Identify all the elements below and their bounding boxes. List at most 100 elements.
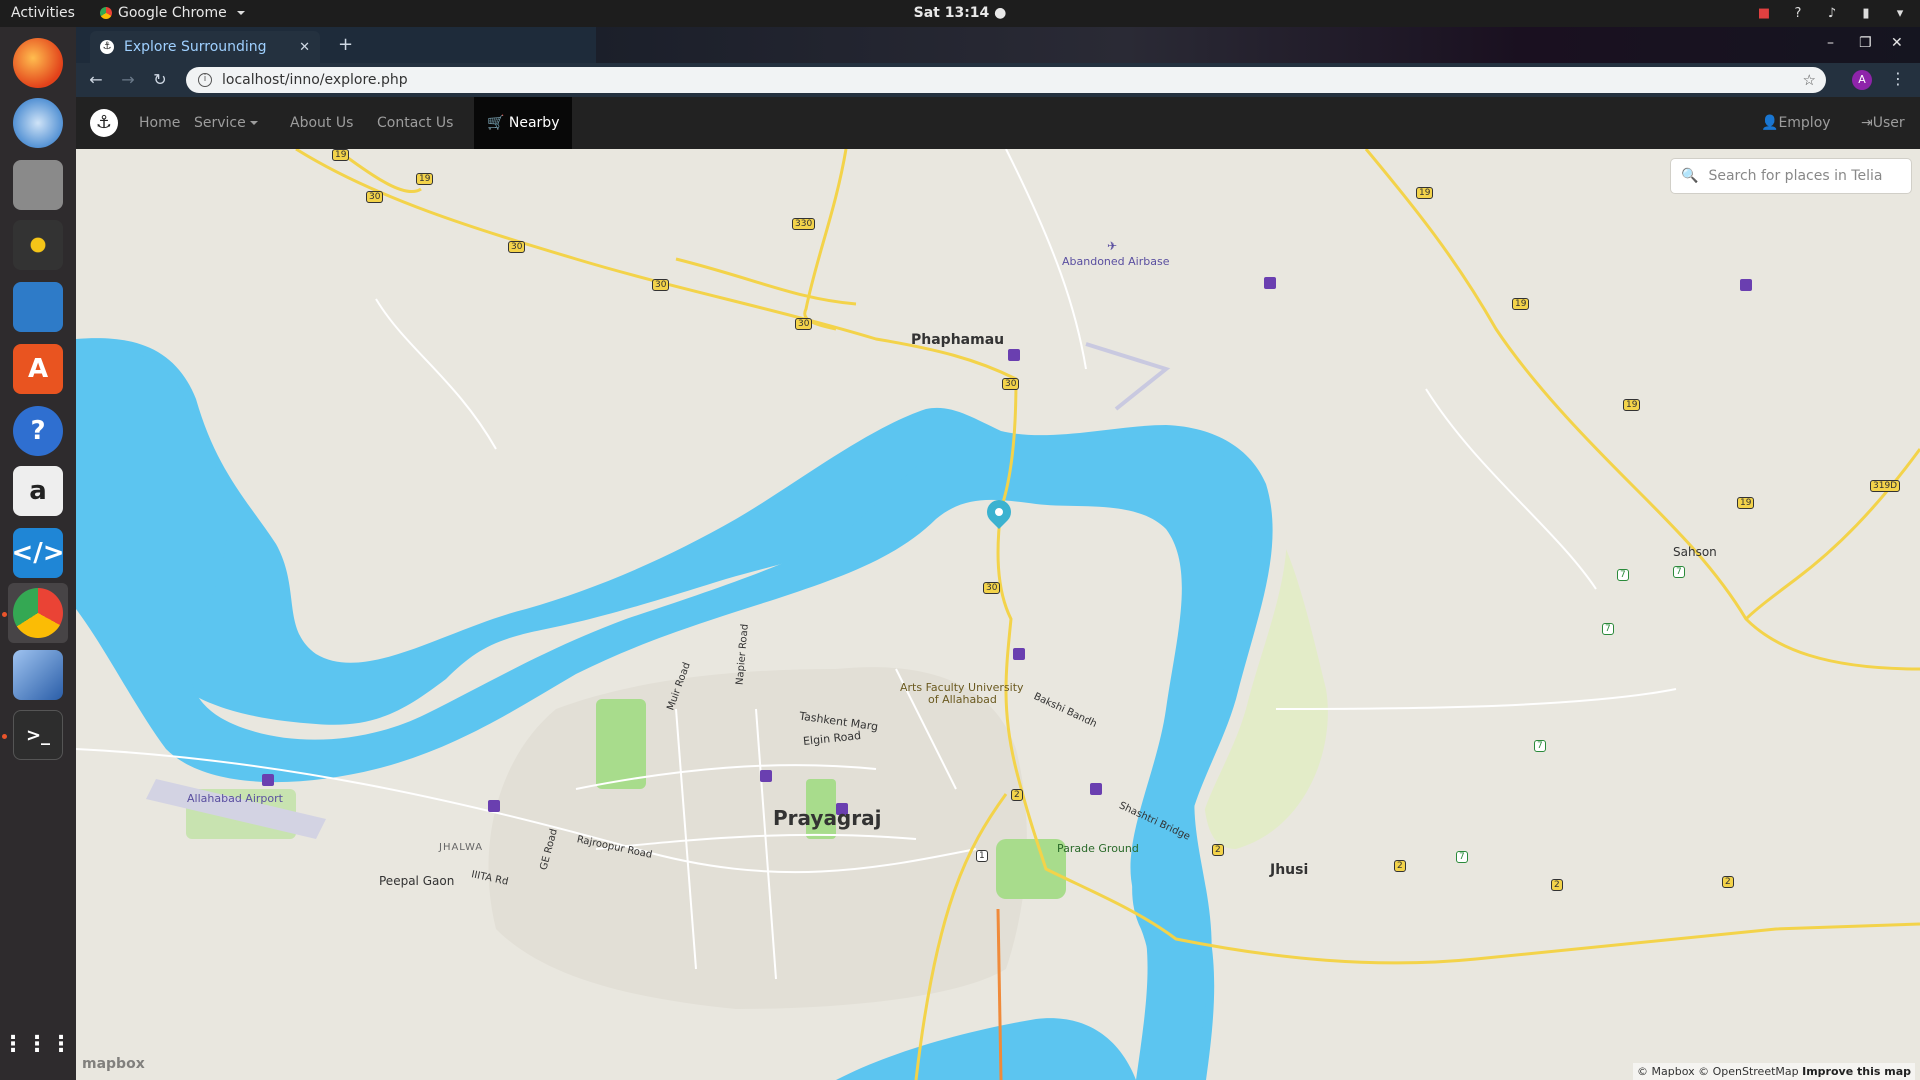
- highway-shield: 7: [1617, 569, 1629, 581]
- running-indicator: [2, 734, 7, 739]
- search-input[interactable]: [1708, 168, 1899, 184]
- place-label: Phaphamau: [911, 332, 1005, 348]
- close-window-icon[interactable]: ✕: [1891, 35, 1903, 51]
- highway-shield: 30: [983, 582, 1001, 594]
- browser-tab[interactable]: ⚓ Explore Surrounding ✕: [90, 31, 320, 63]
- highway-shield: 30: [795, 318, 813, 330]
- anchor-icon: ⚓: [100, 40, 114, 54]
- dock-firefox[interactable]: [8, 33, 68, 93]
- rail-station-icon[interactable]: [488, 800, 500, 812]
- attribution: © Mapbox © OpenStreetMap Improve this ma…: [1633, 1063, 1915, 1080]
- volume-icon[interactable]: ♪: [1824, 6, 1840, 21]
- cart-icon: 🛒: [487, 115, 505, 131]
- highway-shield: 30: [1002, 378, 1020, 390]
- map-canvas[interactable]: 19 19 30 30 30 30 330 30 30 19 19 19 19 …: [76, 149, 1920, 1080]
- dock-help[interactable]: ?: [8, 401, 68, 461]
- rail-station-icon[interactable]: [1013, 648, 1025, 660]
- airport-icon: ✈: [1107, 239, 1118, 253]
- vscode-icon: </>: [11, 528, 65, 578]
- nav-contact[interactable]: Contact Us: [364, 97, 466, 149]
- battery-icon[interactable]: ▮: [1858, 6, 1874, 21]
- clock[interactable]: Sat 13:14: [914, 5, 990, 21]
- new-tab-button[interactable]: +: [338, 34, 353, 55]
- minimize-icon[interactable]: –: [1827, 35, 1834, 51]
- chevron-down-icon: [236, 11, 245, 15]
- highway-shield: 7: [1534, 740, 1546, 752]
- highway-shield: 1: [976, 850, 988, 862]
- chrome-icon: [100, 7, 112, 19]
- geocoder-search[interactable]: 🔍: [1671, 159, 1911, 193]
- rail-station-icon[interactable]: [262, 774, 274, 786]
- browser-window: ⚓ Explore Surrounding ✕ + – ❐ ✕ ← → ↻ i …: [76, 27, 1920, 1080]
- place-label: Jhusi: [1270, 862, 1309, 878]
- highway-shield: 30: [652, 279, 670, 291]
- site-navbar: ⚓ Home Service About Us Contact Us 🛒 Nea…: [76, 97, 1920, 149]
- info-icon[interactable]: i: [198, 73, 212, 87]
- restore-icon[interactable]: ❐: [1859, 35, 1872, 51]
- user-icon: 👤: [1761, 115, 1779, 131]
- dock-vscode[interactable]: </>: [8, 523, 68, 583]
- dock-amazon[interactable]: a: [8, 461, 68, 521]
- nav-about[interactable]: About Us: [277, 97, 366, 149]
- place-label: Abandoned Airbase: [1062, 255, 1170, 268]
- dock-virtualbox[interactable]: [8, 645, 68, 705]
- star-icon[interactable]: ☆: [1803, 71, 1816, 89]
- show-applications-button[interactable]: ⋮⋮⋮: [2, 1014, 72, 1074]
- nav-user[interactable]: ⇥User: [1848, 97, 1918, 149]
- nav-nearby[interactable]: 🛒 Nearby: [474, 97, 573, 149]
- running-indicator: [2, 612, 7, 617]
- rail-station-icon[interactable]: [1740, 279, 1752, 291]
- place-label: Peepal Gaon: [379, 874, 455, 888]
- files-icon: [13, 160, 63, 210]
- close-tab-icon[interactable]: ✕: [299, 40, 310, 55]
- reload-icon[interactable]: ↻: [150, 70, 170, 89]
- chevron-down-icon[interactable]: ▾: [1892, 6, 1908, 21]
- dock-software[interactable]: A: [8, 339, 68, 399]
- mapbox-logo[interactable]: mapbox: [82, 1056, 145, 1072]
- dock-rhythmbox[interactable]: [8, 215, 68, 275]
- profile-avatar[interactable]: A: [1852, 70, 1872, 90]
- back-icon[interactable]: ←: [86, 70, 106, 89]
- toolbar: ← → ↻ i localhost/inno/explore.php ☆ A ⋮: [76, 63, 1920, 97]
- place-label: Sahson: [1673, 545, 1717, 559]
- highway-shield: 2: [1722, 876, 1734, 888]
- rail-station-icon[interactable]: [1264, 277, 1276, 289]
- tab-strip: ⚓ Explore Surrounding ✕ + – ❐ ✕: [76, 27, 1920, 63]
- address-bar[interactable]: i localhost/inno/explore.php ☆: [186, 67, 1826, 93]
- dock-writer[interactable]: [8, 277, 68, 337]
- highway-shield: 319D: [1870, 480, 1901, 492]
- dock-thunderbird[interactable]: [8, 93, 68, 153]
- system-tray[interactable]: ■ ? ♪ ▮ ▾: [1756, 3, 1908, 24]
- dock: A ? a </> >_ ⋮⋮⋮: [0, 27, 76, 1080]
- more-menu-icon[interactable]: ⋮: [1890, 69, 1906, 88]
- improve-map-link[interactable]: Improve this map: [1802, 1065, 1911, 1078]
- dock-terminal[interactable]: >_: [8, 705, 68, 765]
- dock-files[interactable]: [8, 155, 68, 215]
- forward-icon[interactable]: →: [118, 70, 138, 89]
- park: [596, 699, 646, 789]
- highway-shield: 19: [416, 173, 434, 185]
- help-icon: ?: [13, 406, 63, 456]
- rail-station-icon[interactable]: [1090, 783, 1102, 795]
- app-menu[interactable]: Google Chrome: [100, 5, 245, 21]
- dock-chrome[interactable]: [8, 583, 68, 643]
- nav-service[interactable]: Service: [181, 97, 271, 149]
- attribution-text[interactable]: © Mapbox © OpenStreetMap: [1637, 1065, 1799, 1078]
- highway-shield: 7: [1673, 566, 1685, 578]
- caret-down-icon: [249, 121, 258, 125]
- highway-shield: 19: [332, 149, 350, 161]
- software-center-icon: A: [13, 344, 63, 394]
- rail-station-icon[interactable]: [760, 770, 772, 782]
- highway-shield: 30: [366, 191, 384, 203]
- highway-shield: 7: [1602, 623, 1614, 635]
- rail-station-icon[interactable]: [1008, 349, 1020, 361]
- help-icon[interactable]: ?: [1790, 6, 1806, 21]
- anchor-logo-icon[interactable]: ⚓: [90, 109, 118, 137]
- place-label: of Allahabad: [928, 693, 997, 706]
- marker-dot: [993, 506, 1005, 518]
- nav-employ[interactable]: 👤Employ: [1748, 97, 1844, 149]
- highway-shield: 19: [1416, 187, 1434, 199]
- camera-icon[interactable]: ■: [1756, 6, 1772, 21]
- activities-button[interactable]: Activities: [11, 5, 75, 21]
- highway-shield: 2: [1394, 860, 1406, 872]
